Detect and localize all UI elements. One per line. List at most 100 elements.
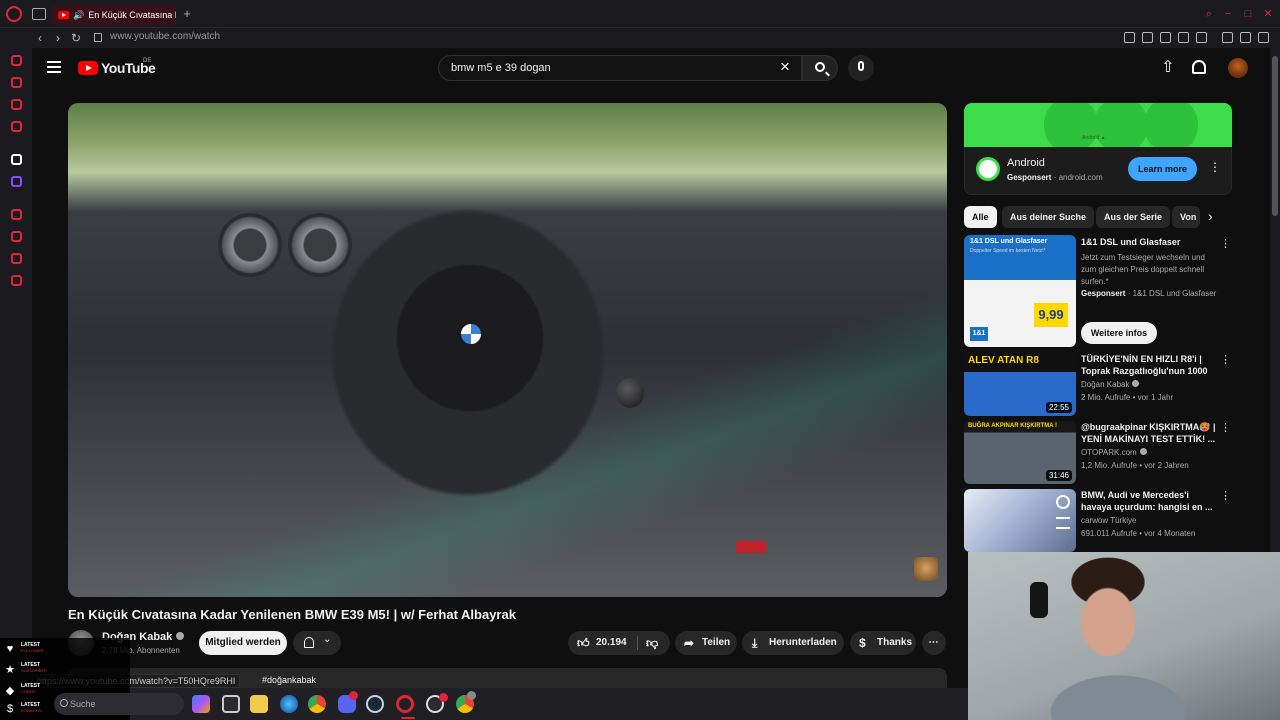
- play-extension-icon[interactable]: [1178, 32, 1189, 43]
- description-hashtag[interactable]: #doğankabak: [262, 675, 316, 685]
- recommendation-more-icon[interactable]: ⋮: [1220, 421, 1231, 434]
- tab-switcher-icon[interactable]: [32, 8, 46, 20]
- recommendation-channel[interactable]: Doğan Kabak: [1081, 380, 1140, 389]
- voice-search-button[interactable]: [848, 55, 874, 81]
- recommendation-title[interactable]: BMW, Audi ve Mercedes'i havaya uçurdum: …: [1081, 489, 1217, 513]
- recommendation-thumbnail[interactable]: ALEV ATAN R8 22:55: [964, 353, 1076, 416]
- chip-from-search[interactable]: Aus deiner Suche: [1002, 206, 1095, 228]
- duration-badge: 31:46: [1045, 470, 1072, 481]
- headset: [1030, 582, 1048, 618]
- subscription-notifications-button[interactable]: ⌄: [293, 631, 341, 655]
- sidebar-chat-icon[interactable]: [11, 99, 22, 110]
- share-icon: ➦: [684, 636, 695, 650]
- minimize-icon[interactable]: −: [1222, 8, 1234, 20]
- ad-more-icon[interactable]: ⋮: [1209, 160, 1221, 174]
- reload-icon[interactable]: ↻: [69, 30, 83, 46]
- speedometer-gauge: [218, 213, 282, 277]
- forward-icon[interactable]: ›: [51, 30, 65, 46]
- channel-watermark[interactable]: [914, 557, 938, 581]
- thanks-button[interactable]: $ Thanks: [850, 631, 916, 655]
- heart-icon[interactable]: [1196, 32, 1207, 43]
- url-field[interactable]: www.youtube.com/watch: [110, 31, 220, 42]
- search-button[interactable]: [802, 55, 838, 81]
- search-icon[interactable]: ⌕: [1203, 8, 1215, 20]
- thumbs-down-icon[interactable]: 👎︎: [646, 631, 658, 655]
- copilot-icon[interactable]: [192, 695, 210, 713]
- video-player[interactable]: [68, 103, 947, 597]
- sidebar-player-icon[interactable]: [11, 121, 22, 132]
- discord-icon[interactable]: [338, 691, 358, 713]
- maximize-icon[interactable]: □: [1242, 8, 1254, 20]
- snapshot-icon[interactable]: [1142, 32, 1153, 43]
- sidebar-aria-icon[interactable]: [11, 154, 22, 165]
- verified-icon: [1139, 448, 1147, 455]
- speaker-icon[interactable]: 🔊: [73, 10, 84, 21]
- lock-icon[interactable]: [94, 33, 102, 42]
- scrollbar-thumb[interactable]: [1272, 56, 1278, 216]
- download-icon[interactable]: [1240, 32, 1251, 43]
- file-explorer-icon[interactable]: [250, 695, 268, 713]
- sidebar-settings-icon[interactable]: [11, 275, 22, 286]
- tab-youtube[interactable]: 🔊 En Küçük Cıvatasına K: [52, 5, 176, 25]
- sidebar-history-icon[interactable]: [11, 209, 22, 220]
- upload-icon[interactable]: ⇧: [1160, 60, 1176, 76]
- hamburger-menu-icon[interactable]: [47, 61, 61, 73]
- sidebar-instagram-icon[interactable]: [11, 77, 22, 88]
- chrome-icon[interactable]: [308, 695, 326, 713]
- recommendation-thumbnail[interactable]: BUĞRA AKPINAR KIŞKIRTMA ! 31:46: [964, 421, 1076, 484]
- clear-search-icon[interactable]: ×: [774, 56, 796, 78]
- sidebar-twitch-icon[interactable]: [11, 176, 22, 187]
- search-input[interactable]: bmw m5 e 39 dogan: [438, 55, 802, 81]
- menu-icon[interactable]: [1258, 32, 1269, 43]
- sponsored-recommendation[interactable]: 1&1 DSL und Glasfaser Doppelter Speed im…: [964, 235, 1232, 347]
- watch-later-icon[interactable]: [1056, 495, 1070, 509]
- obs-icon[interactable]: [426, 693, 448, 713]
- steam-icon[interactable]: [366, 695, 384, 713]
- ad-banner[interactable]: Android ▲: [964, 103, 1232, 147]
- sidebar-messenger-icon[interactable]: [11, 55, 22, 66]
- recommendation-thumbnail[interactable]: [964, 489, 1076, 552]
- recommendation-channel[interactable]: carwow Türkiye: [1081, 516, 1136, 525]
- sidebar-extensions-icon[interactable]: [11, 253, 22, 264]
- recommendation-channel[interactable]: OTOPARK.com: [1081, 448, 1147, 457]
- chevron-right-icon[interactable]: ›: [1208, 208, 1213, 224]
- back-icon[interactable]: ‹: [33, 30, 47, 46]
- opera-logo-icon[interactable]: [6, 6, 22, 22]
- recommendation-more-icon[interactable]: ⋮: [1220, 489, 1231, 502]
- learn-more-button[interactable]: Learn more: [1128, 157, 1197, 181]
- new-tab-button[interactable]: +: [180, 7, 194, 21]
- profile-icon[interactable]: [1222, 32, 1233, 43]
- notification-badge: [349, 691, 358, 700]
- more-info-button[interactable]: Weitere infos: [1081, 322, 1157, 344]
- extension-icon[interactable]: [1124, 32, 1135, 43]
- taskbar-search-input[interactable]: Suche: [54, 693, 184, 715]
- chip-from[interactable]: Von: [1172, 206, 1200, 228]
- download-button[interactable]: ⤓ Herunterladen: [742, 631, 844, 655]
- sidebar-bookmarks-icon[interactable]: [11, 231, 22, 242]
- sponsored-more-icon[interactable]: ⋮: [1220, 237, 1231, 250]
- user-avatar[interactable]: [1228, 58, 1248, 78]
- share-button[interactable]: ➦ Teilen: [675, 631, 737, 655]
- store-icon[interactable]: [222, 695, 240, 713]
- thumbs-up-icon[interactable]: 👍︎: [577, 631, 590, 655]
- close-icon[interactable]: ✕: [1262, 8, 1274, 20]
- chip-from-series[interactable]: Aus der Serie: [1096, 206, 1171, 228]
- notifications-bell-icon[interactable]: [1192, 60, 1206, 74]
- alert-type: CHEER: [21, 689, 36, 694]
- shield-icon[interactable]: [1160, 32, 1171, 43]
- edge-icon[interactable]: [280, 695, 298, 713]
- sponsored-thumbnail[interactable]: 1&1 DSL und Glasfaser Doppelter Speed im…: [964, 235, 1076, 347]
- add-to-queue-icon[interactable]: [1056, 517, 1070, 529]
- recommendation-title[interactable]: @bugraakpinar KIŞKIRTMA🥵 | YENİ MAKİNAYI…: [1081, 421, 1217, 445]
- recommendation-more-icon[interactable]: ⋮: [1220, 353, 1231, 366]
- like-count[interactable]: 20.194: [596, 631, 627, 655]
- ad-card[interactable]: Android Gesponsert · android.com Learn m…: [964, 147, 1232, 195]
- chip-all[interactable]: Alle: [964, 206, 997, 228]
- opera-gx-icon[interactable]: [396, 695, 414, 713]
- ad-title[interactable]: Android: [1007, 157, 1045, 169]
- recommendation-title[interactable]: TÜRKİYE'NİN EN HIZLI R8'i | Toprak Razga…: [1081, 353, 1217, 377]
- chrome-profile-icon[interactable]: [456, 691, 476, 713]
- more-actions-button[interactable]: ⋯: [922, 631, 946, 655]
- join-button[interactable]: Mitglied werden: [199, 631, 287, 655]
- sponsored-title[interactable]: 1&1 DSL und Glasfaser: [1081, 237, 1180, 247]
